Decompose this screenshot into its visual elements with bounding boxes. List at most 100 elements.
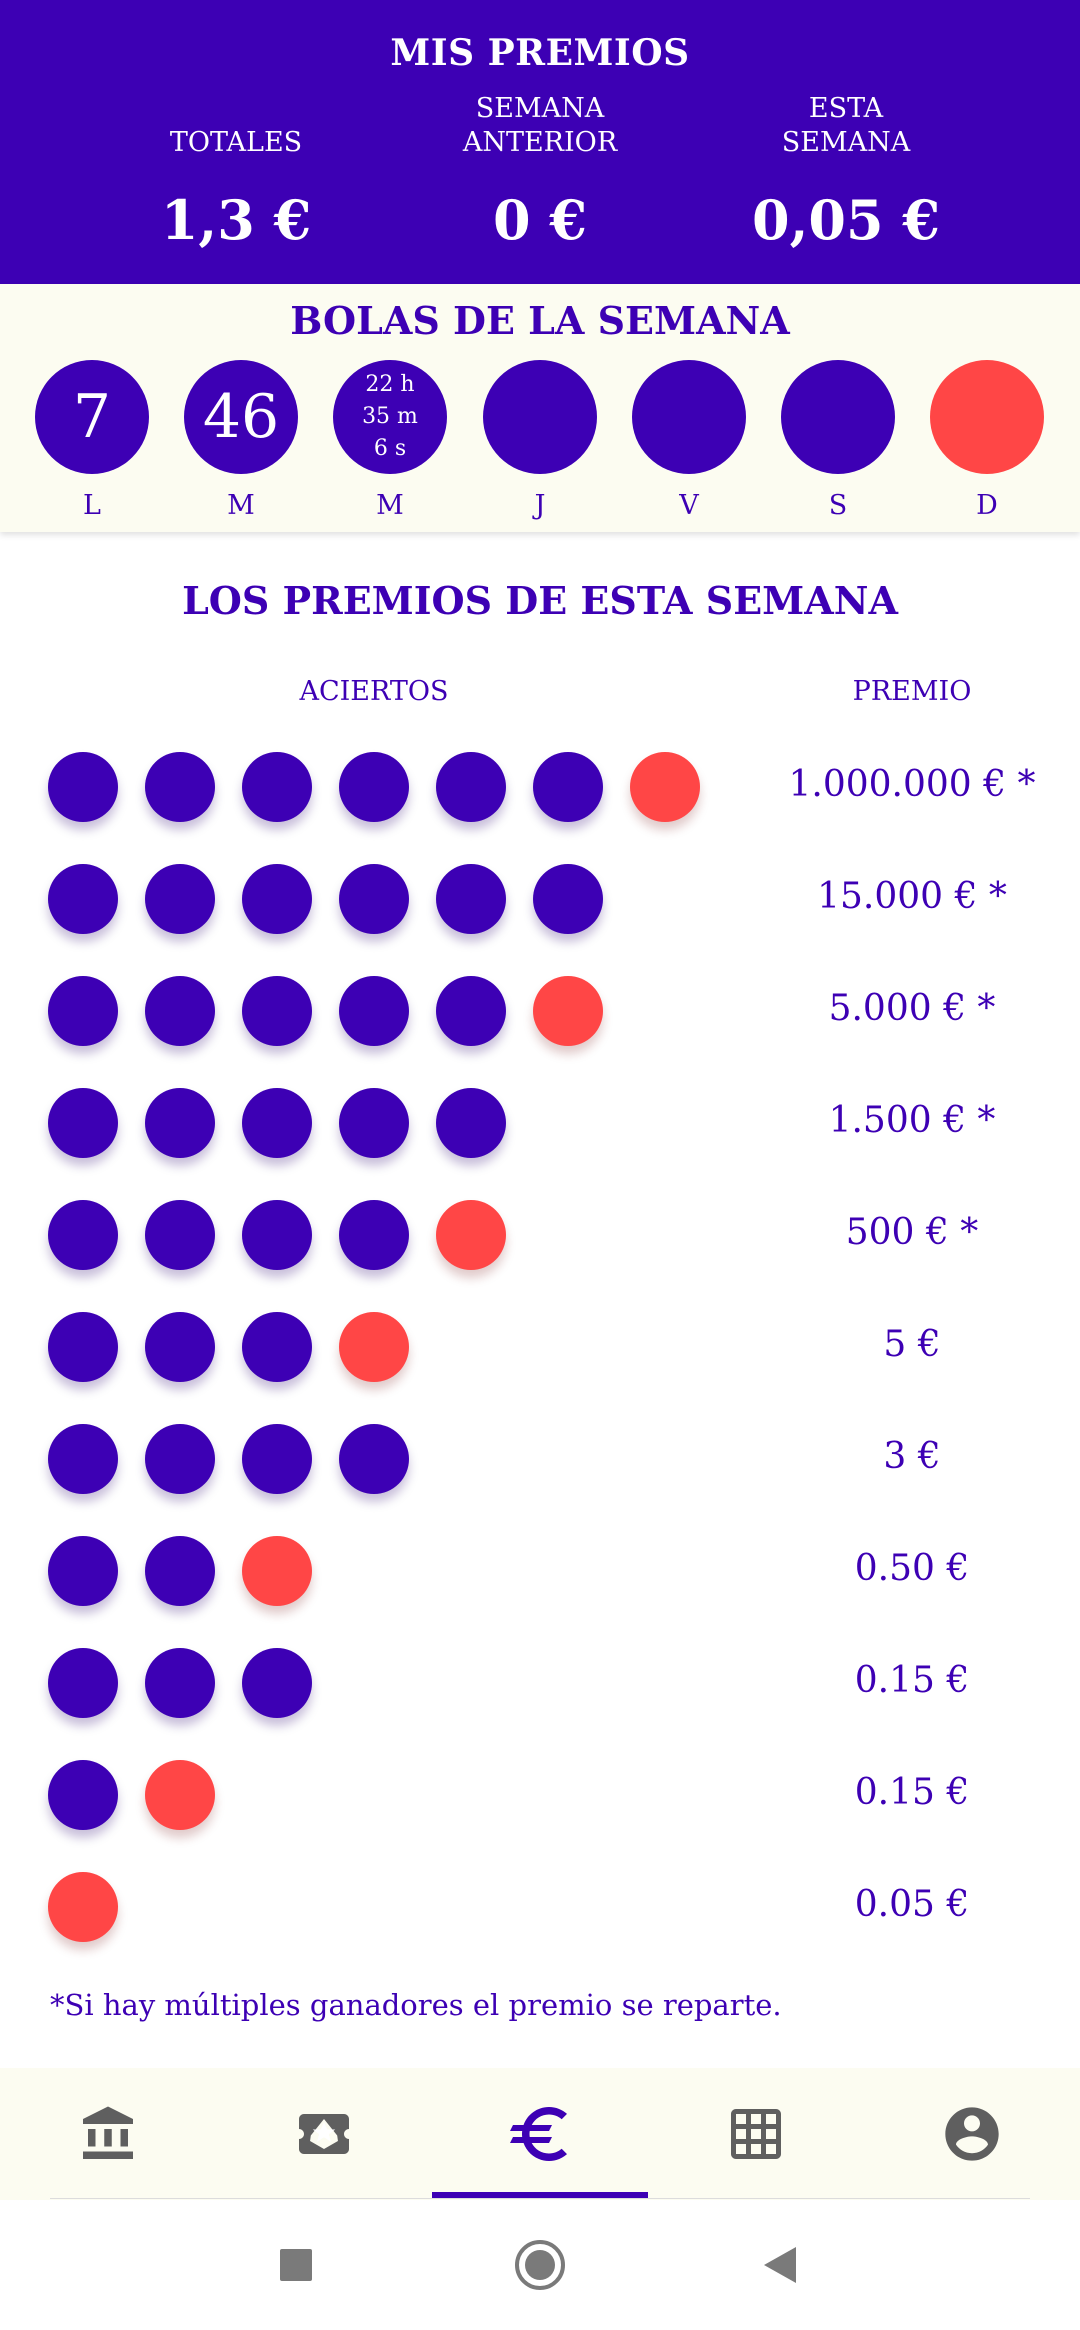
hit-ball-blue <box>339 1424 409 1494</box>
prize-amount: 1.500 € * <box>828 1100 996 1141</box>
hit-ball-blue <box>48 1648 118 1718</box>
hit-ball-blue <box>48 1760 118 1830</box>
prize-row: 0.50 € <box>0 1536 1080 1606</box>
hit-ball-blue <box>533 752 603 822</box>
day-ball-countdown: 22 h 35 m 6 s <box>333 360 447 474</box>
stat-label: ESTA SEMANA <box>781 93 911 158</box>
day-label: V <box>679 490 699 521</box>
bottom-nav <box>0 2068 1080 2200</box>
hit-ball-blue <box>339 752 409 822</box>
hit-ball-blue <box>436 864 506 934</box>
day-ball-red <box>930 360 1044 474</box>
col-header-aciertos: ACIERTOS <box>299 676 449 707</box>
prize-row: 500 € * <box>0 1200 1080 1270</box>
hit-ball-red <box>436 1200 506 1270</box>
prize-amount: 500 € * <box>845 1212 979 1253</box>
day-label: M <box>376 490 404 521</box>
hit-ball-blue <box>48 864 118 934</box>
hit-ball-blue <box>436 1088 506 1158</box>
day-lunes[interactable]: 7 L <box>35 360 149 521</box>
hit-ball-blue <box>145 752 215 822</box>
day-ball: 7 <box>35 360 149 474</box>
day-ball <box>632 360 746 474</box>
hit-ball-blue <box>145 864 215 934</box>
day-domingo[interactable]: D <box>930 360 1044 521</box>
hit-ball-red <box>48 1872 118 1942</box>
day-label: D <box>976 490 998 521</box>
countdown-hours: 22 h <box>365 372 415 397</box>
prize-amount: 0.05 € <box>854 1884 970 1925</box>
hit-ball-blue <box>242 976 312 1046</box>
home-circle-icon <box>515 2240 565 2290</box>
week-balls-section: BOLAS DE LA SEMANA 7 L 46 M 22 h 35 m 6 … <box>0 284 1080 532</box>
hit-ball-blue <box>339 864 409 934</box>
nav-item-account[interactable] <box>864 2068 1080 2200</box>
hit-ball-blue <box>242 1424 312 1494</box>
day-label: L <box>83 490 101 521</box>
nav-item-prizes[interactable] <box>432 2068 648 2200</box>
hit-ball-blue <box>242 752 312 822</box>
countdown-seconds: 6 s <box>373 436 407 461</box>
system-back-button[interactable] <box>720 2200 840 2330</box>
hit-ball-blue <box>436 976 506 1046</box>
hit-ball-red <box>242 1536 312 1606</box>
system-nav-bar <box>0 2200 1080 2330</box>
day-sabado[interactable]: S <box>781 360 895 521</box>
prizes-title: LOS PREMIOS DE ESTA SEMANA <box>182 578 898 623</box>
prize-row: 1.000.000 € * <box>0 752 1080 822</box>
ticket-star-icon <box>299 2114 349 2154</box>
day-label: M <box>227 490 255 521</box>
prize-row: 0.15 € <box>0 1648 1080 1718</box>
hit-ball-blue <box>145 1312 215 1382</box>
stat-label: TOTALES <box>169 127 303 158</box>
stat-value: 0 € <box>493 188 587 252</box>
stat-label: SEMANA ANTERIOR <box>462 93 618 158</box>
prize-amount: 1.000.000 € * <box>788 764 1036 805</box>
hit-ball-blue <box>242 1200 312 1270</box>
prize-amount: 3 € <box>883 1436 941 1477</box>
day-viernes[interactable]: V <box>632 360 746 521</box>
ball-number: 7 <box>72 382 112 452</box>
hit-ball-red <box>533 976 603 1046</box>
prize-footnote: *Si hay múltiples ganadores el premio se… <box>50 1988 782 2022</box>
euro-icon <box>510 2107 567 2161</box>
day-miercoles[interactable]: 22 h 35 m 6 s M <box>333 360 447 521</box>
prize-amount: 0.15 € <box>854 1772 970 1813</box>
prize-amount: 0.50 € <box>854 1548 970 1589</box>
hit-ball-blue <box>145 1088 215 1158</box>
hit-ball-blue <box>48 1536 118 1606</box>
recents-square-icon <box>280 2249 312 2281</box>
hit-ball-blue <box>145 1200 215 1270</box>
nav-item-tickets[interactable] <box>216 2068 432 2200</box>
prize-row: 5.000 € * <box>0 976 1080 1046</box>
prize-row: 3 € <box>0 1424 1080 1494</box>
account-circle-icon <box>945 2107 999 2161</box>
day-jueves[interactable]: J <box>483 360 597 521</box>
day-ball <box>781 360 895 474</box>
day-martes[interactable]: 46 M <box>184 360 298 521</box>
prize-amount: 15.000 € * <box>817 876 1007 917</box>
hit-ball-blue <box>339 1200 409 1270</box>
stat-value: 0,05 € <box>752 188 940 252</box>
hit-ball-red <box>339 1312 409 1382</box>
nav-divider <box>50 2198 1030 2199</box>
nav-item-bank[interactable] <box>0 2068 216 2200</box>
nav-item-grid[interactable] <box>648 2068 864 2200</box>
col-header-premio: PREMIO <box>852 676 972 707</box>
hit-ball-blue <box>145 976 215 1046</box>
stat-value: 1,3 € <box>160 188 312 252</box>
prize-row: 15.000 € * <box>0 864 1080 934</box>
hit-ball-blue <box>242 864 312 934</box>
prize-row: 0.05 € <box>0 1872 1080 1942</box>
system-recents-button[interactable] <box>236 2200 356 2330</box>
hit-ball-red <box>145 1760 215 1830</box>
week-balls-title: BOLAS DE LA SEMANA <box>290 298 790 343</box>
prize-row: 5 € <box>0 1312 1080 1382</box>
hit-ball-blue <box>48 976 118 1046</box>
day-ball: 46 <box>184 360 298 474</box>
hit-ball-blue <box>48 1088 118 1158</box>
countdown-minutes: 35 m <box>362 404 418 429</box>
system-home-button[interactable] <box>480 2200 600 2330</box>
hit-ball-blue <box>242 1648 312 1718</box>
prize-amount: 5.000 € * <box>828 988 996 1029</box>
